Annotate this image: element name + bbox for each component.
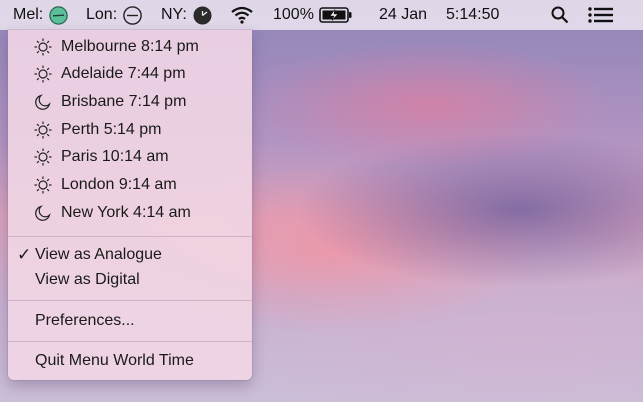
- search-icon[interactable]: [551, 0, 569, 30]
- world-time-menu: Melbourne 8:14 pm Adelaide 7:44 pm Brisb…: [8, 30, 252, 380]
- menu-item-city[interactable]: Paris 10:14 am: [8, 144, 252, 170]
- menu-item-city[interactable]: Brisbane 7:14 pm: [8, 89, 252, 115]
- london-clock-icon: [123, 5, 142, 25]
- menu-item-city[interactable]: Adelaide 7:44 pm: [8, 61, 252, 87]
- date-label: 24 Jan: [379, 6, 428, 23]
- wifi-icon[interactable]: [230, 0, 254, 30]
- view-as-digital-item[interactable]: View as Digital: [8, 267, 252, 293]
- view-as-analogue-item[interactable]: ✓ View as Analogue: [8, 242, 252, 268]
- melbourne-clock-item[interactable]: Mel:: [13, 0, 68, 30]
- menu-separator: [8, 341, 252, 342]
- preferences-label: Preferences...: [35, 312, 135, 329]
- battery-charging-icon[interactable]: [319, 0, 353, 30]
- mel-label: Mel:: [13, 6, 44, 23]
- newyork-clock-item[interactable]: NY:: [161, 0, 212, 30]
- london-clock-item[interactable]: Lon:: [86, 0, 142, 30]
- moon-icon: [34, 93, 52, 111]
- preferences-item[interactable]: Preferences...: [8, 308, 252, 334]
- menu-item-city[interactable]: New York 4:14 am: [8, 200, 252, 226]
- time-text[interactable]: 5:14:50: [446, 0, 499, 30]
- city-time-label: New York 4:14 am: [61, 204, 191, 221]
- notification-center-icon[interactable]: [588, 0, 614, 30]
- menu-separator: [8, 236, 252, 237]
- sun-icon: [34, 65, 52, 83]
- sun-icon: [34, 148, 52, 166]
- quit-item[interactable]: Quit Menu World Time: [8, 348, 252, 374]
- melbourne-clock-icon: [49, 5, 68, 25]
- city-time-label: Melbourne 8:14 pm: [61, 38, 199, 55]
- city-time-label: Brisbane 7:14 pm: [61, 93, 187, 110]
- quit-label: Quit Menu World Time: [35, 352, 194, 369]
- view-as-digital-label: View as Digital: [35, 271, 140, 288]
- battery-percent-text: 100%: [273, 6, 314, 23]
- sun-icon: [34, 121, 52, 139]
- view-as-analogue-label: View as Analogue: [35, 246, 162, 263]
- lon-label: Lon:: [86, 6, 118, 23]
- sun-icon: [34, 38, 52, 56]
- battery-percent[interactable]: 100%: [273, 0, 314, 30]
- time-label: 5:14:50: [446, 6, 500, 23]
- sun-icon: [34, 176, 52, 194]
- menu-item-city[interactable]: Perth 5:14 pm: [8, 117, 252, 143]
- menu-item-city[interactable]: Melbourne 8:14 pm: [8, 34, 252, 60]
- moon-icon: [34, 204, 52, 222]
- date-text[interactable]: 24 Jan: [379, 0, 427, 30]
- menu-separator: [8, 300, 252, 301]
- menu-item-city[interactable]: London 9:14 am: [8, 172, 252, 198]
- newyork-clock-icon: [193, 6, 212, 25]
- checkmark-icon: ✓: [17, 245, 32, 264]
- menu-bar: Mel: Lon: NY: 100% 24 Jan 5:14:50: [0, 0, 643, 30]
- city-time-label: London 9:14 am: [61, 176, 177, 193]
- city-time-label: Adelaide 7:44 pm: [61, 65, 186, 82]
- city-time-label: Paris 10:14 am: [61, 148, 169, 165]
- city-time-label: Perth 5:14 pm: [61, 121, 162, 138]
- ny-label: NY:: [161, 6, 187, 23]
